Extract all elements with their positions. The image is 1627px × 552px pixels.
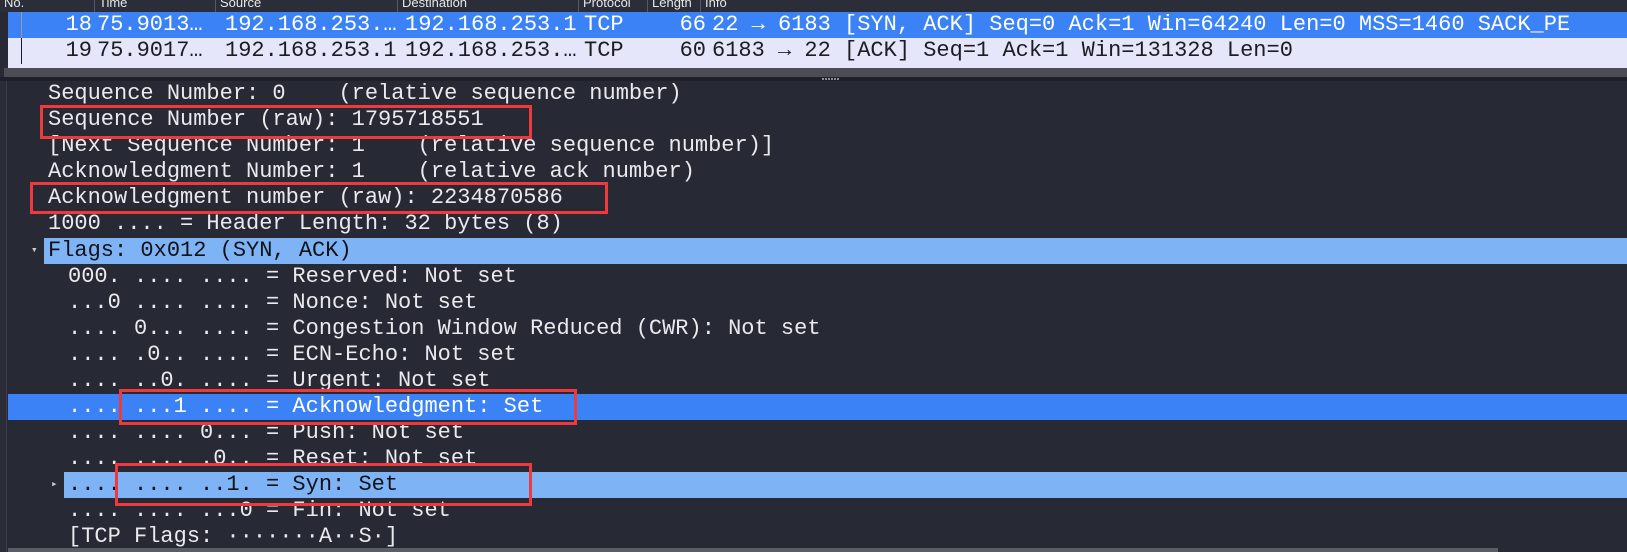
column-no[interactable]: No. bbox=[0, 0, 94, 12]
tree-item-acknowledgment-number-raw[interactable]: Acknowledgment number (raw): 2234870586 bbox=[48, 185, 563, 211]
tree-item-flag-reset[interactable]: .... .... .0.. = Reset: Not set bbox=[68, 446, 477, 472]
column-time[interactable]: Time bbox=[94, 0, 217, 12]
tree-item-flag-nonce[interactable]: ...0 .... .... = Nonce: Not set bbox=[68, 290, 477, 316]
packet-info: 22 → 6183 [SYN, ACK] Seq=0 Ack=1 Win=642… bbox=[712, 12, 1571, 37]
tree-item-acknowledgment-number[interactable]: Acknowledgment Number: 1 (relative ack n… bbox=[48, 159, 695, 185]
tree-item-header-length[interactable]: 1000 .... = Header Length: 32 bytes (8) bbox=[48, 211, 563, 237]
packet-time: 75.9017… bbox=[97, 38, 203, 63]
packet-length: 66 bbox=[679, 12, 706, 37]
packet-details-tree: Sequence Number: 0 (relative sequence nu… bbox=[0, 81, 1627, 552]
tree-item-tcp-flags[interactable]: [TCP Flags: ·······A··S·] bbox=[68, 524, 398, 550]
tree-item-flag-push[interactable]: .... .... 0... = Push: Not set bbox=[68, 420, 464, 446]
tree-item-flags[interactable]: Flags: 0x012 (SYN, ACK) bbox=[48, 238, 352, 264]
tree-item-next-sequence-number[interactable]: [Next Sequence Number: 1 (relative seque… bbox=[48, 133, 774, 159]
tree-item-sequence-number[interactable]: Sequence Number: 0 (relative sequence nu… bbox=[48, 81, 682, 107]
expanded-arrow-icon[interactable]: ▾ bbox=[31, 238, 38, 264]
column-source[interactable]: Source bbox=[215, 0, 398, 12]
horizontal-scrollbar[interactable] bbox=[4, 68, 1627, 77]
packet-length: 60 bbox=[679, 38, 706, 63]
packet-row[interactable]: 19 75.9017… 192.168.253.1 192.168.253.… … bbox=[8, 38, 1627, 64]
tree-item-flag-fin[interactable]: .... .... ...0 = Fin: Not set bbox=[68, 498, 451, 524]
tree-item-flag-reserved[interactable]: 000. .... .... = Reserved: Not set bbox=[68, 264, 517, 290]
splitter-grip-icon[interactable] bbox=[822, 78, 840, 80]
tree-item-flag-cwr[interactable]: .... 0... .... = Congestion Window Reduc… bbox=[68, 316, 821, 342]
tree-item-flag-ecn-echo[interactable]: .... .0.. .... = ECN-Echo: Not set bbox=[68, 342, 517, 368]
packet-no: 19 bbox=[65, 38, 92, 63]
column-header: No. Time Source Destination Protocol Len… bbox=[0, 0, 1627, 12]
packet-destination: 192.168.253.1 bbox=[405, 12, 577, 37]
packet-source: 192.168.253.1 bbox=[225, 38, 397, 63]
packet-time: 75.9013… bbox=[97, 12, 203, 37]
packet-no: 18 bbox=[65, 12, 92, 37]
packet-protocol: TCP bbox=[584, 38, 624, 63]
packet-source: 192.168.253.… bbox=[225, 12, 397, 37]
packet-row-selected[interactable]: 18 75.9013… 192.168.253.… 192.168.253.1 … bbox=[8, 12, 1627, 38]
tree-item-flag-syn[interactable]: .... .... ..1. = Syn: Set bbox=[68, 472, 398, 498]
tree-item-flag-urgent[interactable]: .... ..0. .... = Urgent: Not set bbox=[68, 368, 490, 394]
packet-destination: 192.168.253.… bbox=[405, 38, 577, 63]
tree-item-flag-acknowledgment[interactable]: .... ...1 .... = Acknowledgment: Set bbox=[68, 394, 543, 420]
collapsed-arrow-icon[interactable]: ▸ bbox=[51, 472, 58, 498]
column-length[interactable]: Length bbox=[647, 0, 702, 12]
tree-item-sequence-number-raw[interactable]: Sequence Number (raw): 1795718551 bbox=[48, 107, 484, 133]
packet-info: 6183 → 22 [ACK] Seq=1 Ack=1 Win=131328 L… bbox=[712, 38, 1293, 63]
column-destination[interactable]: Destination bbox=[397, 0, 580, 12]
column-protocol[interactable]: Protocol bbox=[578, 0, 649, 12]
packet-list: No. Time Source Destination Protocol Len… bbox=[0, 0, 1627, 78]
column-info[interactable]: Info bbox=[700, 0, 1605, 12]
details-horizontal-scrollbar[interactable] bbox=[8, 548, 1498, 552]
packet-protocol: TCP bbox=[584, 12, 624, 37]
tree-border bbox=[0, 81, 7, 552]
